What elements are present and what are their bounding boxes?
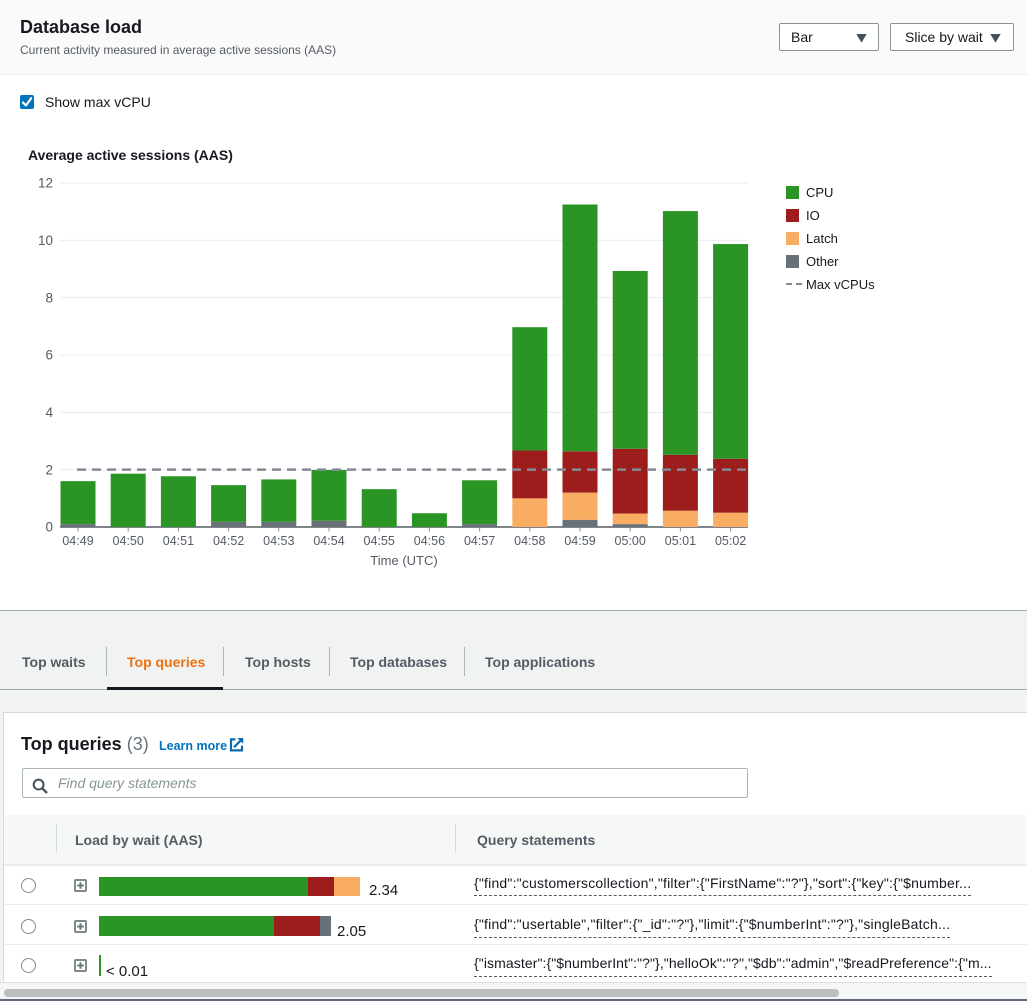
svg-text:2: 2 [45,462,53,477]
svg-text:04:49: 04:49 [62,534,93,548]
svg-text:04:54: 04:54 [313,534,344,548]
svg-text:Time (UTC): Time (UTC) [370,553,437,568]
svg-text:04:57: 04:57 [464,534,495,548]
svg-text:10: 10 [38,233,53,248]
svg-text:04:58: 04:58 [514,534,545,548]
svg-text:4: 4 [45,405,53,420]
svg-text:12: 12 [38,176,53,191]
svg-text:04:50: 04:50 [113,534,144,548]
svg-text:05:01: 05:01 [665,534,696,548]
svg-text:6: 6 [45,348,53,363]
svg-text:8: 8 [45,290,53,305]
svg-text:05:00: 05:00 [615,534,646,548]
svg-text:05:02: 05:02 [715,534,746,548]
svg-text:04:59: 04:59 [564,534,595,548]
svg-text:04:55: 04:55 [364,534,395,548]
svg-text:04:56: 04:56 [414,534,445,548]
svg-text:04:51: 04:51 [163,534,194,548]
svg-text:0: 0 [45,520,53,535]
svg-text:04:53: 04:53 [263,534,294,548]
svg-text:04:52: 04:52 [213,534,244,548]
